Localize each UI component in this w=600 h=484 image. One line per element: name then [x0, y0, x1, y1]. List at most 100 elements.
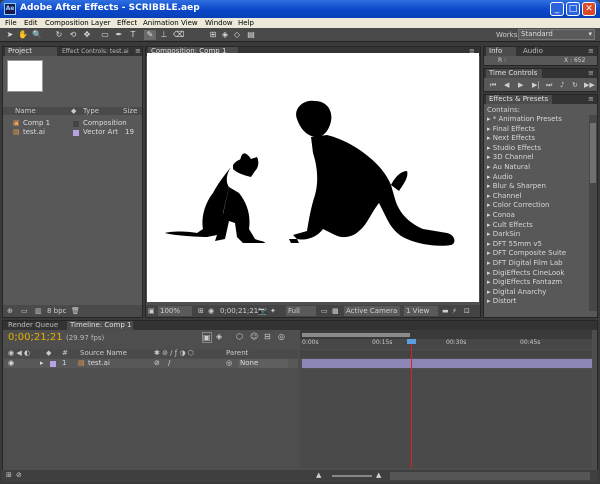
- play-icon[interactable]: ▶: [518, 81, 523, 89]
- menu-help[interactable]: Help: [238, 18, 254, 28]
- pen-tool-icon[interactable]: ✒: [114, 30, 124, 40]
- effects-category[interactable]: ▸ Audio: [487, 173, 513, 182]
- panel-menu-icon[interactable]: ≡: [585, 69, 597, 78]
- project-item-comp[interactable]: ▣ Comp 1 Composition: [3, 119, 142, 128]
- first-frame-icon[interactable]: ⏮: [490, 81, 496, 90]
- panel-menu-icon[interactable]: ≡: [585, 95, 597, 104]
- last-frame-icon[interactable]: ⏭: [546, 81, 552, 90]
- parent-dropdown[interactable]: None: [238, 359, 288, 368]
- effects-category[interactable]: ▸ DFT Composite Suite: [487, 249, 566, 258]
- effects-category[interactable]: ▸ Cult Effects: [487, 221, 533, 230]
- motion-blur-icon[interactable]: ◎: [278, 332, 285, 341]
- column-type[interactable]: Type: [83, 107, 99, 115]
- effects-category[interactable]: ▸ Distort: [487, 297, 516, 306]
- effects-category[interactable]: ▸ Conoa: [487, 211, 515, 220]
- brush-tool-icon[interactable]: ✎: [144, 30, 156, 40]
- tab-info[interactable]: Info: [486, 47, 516, 56]
- effects-category[interactable]: ▸ Digital Anarchy: [487, 288, 546, 297]
- region-of-interest-icon[interactable]: ▭: [321, 307, 328, 315]
- panel-menu-icon[interactable]: ≡: [585, 47, 597, 56]
- timeline-hscrollbar[interactable]: [390, 472, 590, 480]
- transparency-grid-icon[interactable]: ▩: [332, 307, 339, 315]
- tab-project[interactable]: Project: [5, 47, 57, 56]
- zoom-out-icon[interactable]: ▲: [316, 471, 321, 479]
- effects-category[interactable]: ▸ Next Effects: [487, 134, 535, 143]
- pan-behind-icon[interactable]: ✥: [82, 30, 92, 40]
- effects-category[interactable]: ▸ Au Natural: [487, 163, 530, 172]
- paint-panel-icon[interactable]: ▤: [246, 30, 256, 40]
- effects-category[interactable]: ▸ DFT Digital Film Lab: [487, 259, 563, 268]
- column-source-name[interactable]: Source Name: [80, 349, 127, 357]
- composition-viewer[interactable]: [147, 53, 479, 302]
- column-layer-number[interactable]: #: [62, 349, 68, 357]
- column-size[interactable]: Size: [123, 107, 137, 115]
- current-time-indicator[interactable]: [411, 339, 412, 468]
- effects-category[interactable]: ▸ DarkSin: [487, 230, 520, 239]
- flowchart-icon[interactable]: ⊡: [464, 307, 470, 315]
- resolution-dropdown[interactable]: Full: [286, 306, 316, 316]
- expand-layer-icon[interactable]: ▸: [40, 359, 44, 368]
- always-preview-icon[interactable]: ▣: [148, 307, 155, 315]
- layer-duration-bar[interactable]: [302, 359, 592, 368]
- menu-composition[interactable]: Composition: [45, 18, 89, 28]
- view-axis-icon[interactable]: ◇: [232, 30, 242, 40]
- live-update-icon[interactable]: ◈: [216, 332, 222, 341]
- previous-frame-icon[interactable]: ◀: [504, 81, 509, 89]
- quality-switch-icon[interactable]: ⊘: [154, 359, 160, 368]
- bpc-label[interactable]: 8 bpc: [47, 307, 66, 315]
- audio-icon[interactable]: ♪: [560, 81, 564, 89]
- new-folder-icon[interactable]: ▭: [21, 307, 28, 315]
- axis-mode-icon[interactable]: ⊞: [208, 30, 218, 40]
- tab-timeline[interactable]: Timeline: Comp 1: [67, 321, 133, 330]
- hide-shy-layers-icon[interactable]: ☺: [250, 332, 258, 341]
- ram-preview-icon[interactable]: ▶▶: [584, 81, 595, 89]
- zoom-tool-icon[interactable]: 🔍: [32, 30, 42, 40]
- menu-view[interactable]: View: [181, 18, 198, 28]
- composition-timecode[interactable]: 0;00;21;21: [220, 306, 258, 317]
- column-parent[interactable]: Parent: [226, 349, 248, 357]
- zoom-in-icon[interactable]: ▲: [376, 471, 381, 479]
- project-item-footage[interactable]: ▤ test.ai Vector Art 19: [3, 128, 142, 137]
- interpret-footage-icon[interactable]: ⊕: [7, 307, 13, 315]
- effects-scrollbar[interactable]: [589, 115, 597, 311]
- clone-stamp-icon[interactable]: ⊥: [159, 30, 169, 40]
- selection-tool-icon[interactable]: ➤: [5, 30, 15, 40]
- loop-icon[interactable]: ↻: [572, 81, 578, 89]
- video-visibility-icon[interactable]: ◉: [8, 359, 14, 368]
- minimize-button[interactable]: _: [550, 2, 564, 16]
- layer-row[interactable]: ◉ ▸ 1 ▤ test.ai ⊘ / ◎ None: [4, 359, 298, 368]
- effects-category[interactable]: ▸ Channel: [487, 192, 522, 201]
- effects-category[interactable]: ▸ 3D Channel: [487, 153, 534, 162]
- tab-render-queue[interactable]: Render Queue: [5, 321, 63, 330]
- workspace-dropdown[interactable]: Standard ▾: [518, 29, 595, 40]
- layer-label-swatch[interactable]: [50, 361, 56, 367]
- effects-category[interactable]: ▸ Color Correction: [487, 201, 549, 210]
- camera-view-dropdown[interactable]: Active Camera: [344, 306, 400, 316]
- new-comp-icon[interactable]: ▥: [35, 307, 42, 315]
- fast-previews-icon[interactable]: ⚡: [452, 307, 457, 315]
- effects-category[interactable]: ▸ DigiEffects CineLook: [487, 269, 564, 278]
- effects-category[interactable]: ▸ DFT 55mm v5: [487, 240, 542, 249]
- effects-category[interactable]: ▸ DigiEffects Fantazm: [487, 278, 562, 287]
- effects-category[interactable]: ▸ Blur & Sharpen: [487, 182, 546, 191]
- frame-blending-icon[interactable]: ⊟: [264, 332, 271, 341]
- snapshot-icon[interactable]: ◉: [208, 307, 214, 315]
- draft-3d-icon[interactable]: ⬡: [236, 332, 243, 341]
- safe-margins-icon[interactable]: ⊞: [198, 307, 204, 315]
- trash-icon[interactable]: 🗑: [71, 307, 80, 315]
- rectangle-mask-icon[interactable]: ▭: [100, 30, 110, 40]
- eraser-tool-icon[interactable]: ⌫: [173, 30, 184, 40]
- column-name[interactable]: Name: [15, 107, 36, 115]
- effects-category[interactable]: ▸ Studio Effects: [487, 144, 541, 153]
- menu-edit[interactable]: Edit: [24, 18, 38, 28]
- show-channel-icon[interactable]: ✦: [270, 307, 276, 315]
- camera-icon[interactable]: 📷: [258, 307, 267, 315]
- zoom-dropdown[interactable]: 100%: [158, 306, 192, 316]
- orbit-camera-icon[interactable]: ⟲: [68, 30, 78, 40]
- menu-window[interactable]: Window: [205, 18, 233, 28]
- work-area-bar[interactable]: [302, 333, 410, 337]
- panel-menu-icon[interactable]: ≡: [132, 47, 142, 56]
- hand-tool-icon[interactable]: ✋: [18, 30, 28, 40]
- timeline-timecode[interactable]: 0;00;21;21: [8, 332, 63, 343]
- tab-audio[interactable]: Audio: [520, 47, 550, 56]
